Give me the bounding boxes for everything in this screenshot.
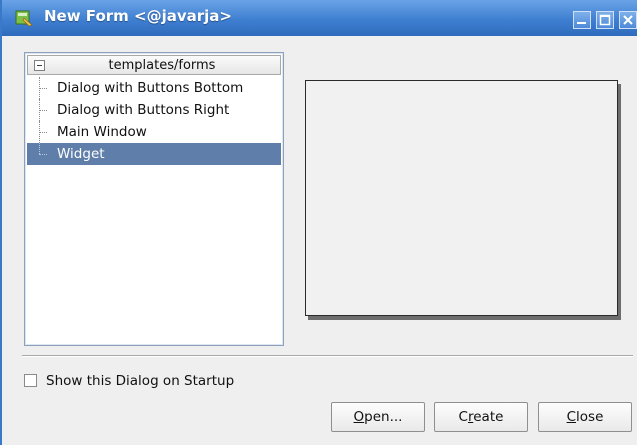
close-mnemonic: C	[566, 409, 577, 425]
close-icon[interactable]	[619, 11, 637, 29]
tree-item-label: Widget	[57, 146, 105, 162]
create-label: eate	[473, 409, 504, 425]
tree-item-label: Dialog with Buttons Right	[57, 102, 230, 118]
open-button[interactable]: Open...	[331, 402, 425, 432]
title-bar[interactable]: New Form <@javarja>	[2, 0, 637, 36]
tree-item-dialog-buttons-right[interactable]: Dialog with Buttons Right	[27, 99, 281, 121]
tree-branch-line	[39, 77, 47, 99]
tree-item-widget[interactable]: Widget	[27, 143, 281, 165]
tree-item-label: Dialog with Buttons Bottom	[57, 80, 244, 96]
tree-header-label: templates/forms	[108, 58, 216, 73]
create-label-pre: C	[458, 409, 468, 425]
collapse-icon[interactable]	[34, 60, 45, 71]
tree-item-label: Main Window	[57, 124, 147, 140]
tree-item-main-window[interactable]: Main Window	[27, 121, 281, 143]
tree-branch-line	[39, 99, 47, 121]
window-title: New Form <@javarja>	[44, 7, 232, 25]
minimize-icon[interactable]	[573, 11, 591, 29]
show-on-startup-label[interactable]: Show this Dialog on Startup	[46, 373, 234, 389]
tree-branch-line	[39, 143, 47, 165]
close-label: lose	[576, 409, 604, 425]
maximize-icon[interactable]	[596, 11, 614, 29]
tree-header-templates-forms[interactable]: templates/forms	[27, 55, 281, 75]
template-tree[interactable]: templates/forms Dialog with Buttons Bott…	[24, 52, 284, 346]
show-on-startup-checkbox[interactable]	[24, 374, 37, 387]
create-button[interactable]: Create	[434, 402, 528, 432]
divider	[22, 355, 633, 357]
open-mnemonic: O	[353, 409, 365, 425]
close-button[interactable]: Close	[538, 402, 632, 432]
new-form-dialog: New Form <@javarja> templates/forms Dial…	[0, 0, 637, 445]
form-preview	[305, 80, 618, 316]
open-label: pen...	[364, 409, 403, 425]
tree-item-dialog-buttons-bottom[interactable]: Dialog with Buttons Bottom	[27, 77, 281, 99]
designer-icon	[15, 9, 33, 27]
tree-branch-line	[39, 121, 47, 143]
